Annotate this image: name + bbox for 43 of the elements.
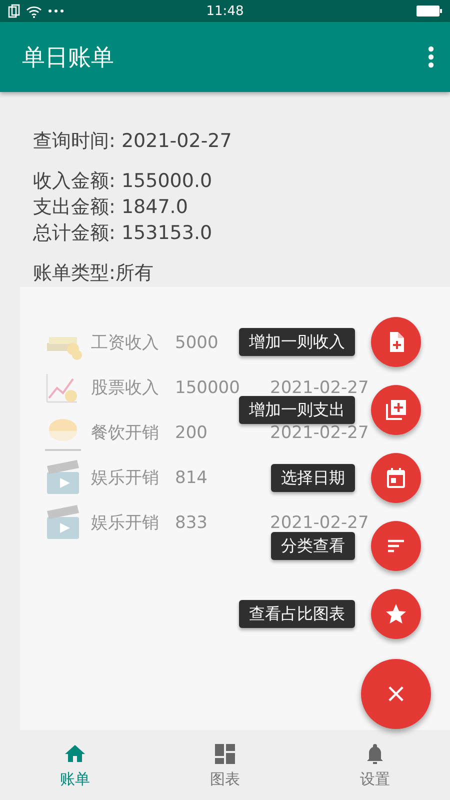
bill-amount: 833 (175, 515, 208, 531)
net-total-text: 总计金额: 153153.0 (33, 221, 214, 246)
bill-date: 2021-02-27 (270, 380, 369, 396)
app-title: 单日账单 (22, 44, 114, 72)
nav-tab[interactable]: 账单 (0, 730, 150, 800)
status-time: 11:48 (206, 4, 244, 18)
bill-name: 娱乐开销 (91, 515, 159, 531)
sim-icon (8, 4, 20, 18)
bill-name: 股票收入 (91, 380, 159, 396)
bill-name: 娱乐开销 (91, 470, 159, 486)
layers-plus-icon (384, 398, 408, 422)
nav-tab[interactable]: 图表 (150, 730, 300, 800)
bill-name: 工资收入 (91, 335, 159, 351)
action-label: 选择日期 (271, 464, 355, 492)
action-label: 查看占比图表 (239, 600, 355, 628)
bill-date: 2021-02-27 (270, 425, 369, 441)
nav-tab[interactable]: 设置 (300, 730, 450, 800)
bill-amount: 150000 (175, 380, 240, 396)
bill-date: 2021-02-27 (270, 515, 369, 531)
bill-name: 餐饮开销 (91, 425, 159, 441)
bill-amount: 814 (175, 470, 208, 486)
dashboard-icon (213, 742, 237, 766)
income-total-text: 收入金额: 155000.0 (33, 169, 214, 194)
action-fab-button[interactable] (371, 589, 421, 639)
bill-type-text: 账单类型:所有 (33, 261, 154, 286)
star-icon (384, 602, 408, 626)
more-menu-icon[interactable] (428, 46, 434, 68)
battery-icon (416, 5, 442, 17)
action-label: 增加一则支出 (239, 396, 355, 424)
action-fab-button[interactable] (371, 453, 421, 503)
action-fab-button[interactable] (371, 385, 421, 435)
query-date-text: 查询时间: 2021-02-27 (33, 129, 233, 154)
bill-amount: 200 (175, 425, 208, 441)
wifi-icon (26, 4, 42, 18)
action-fab-button[interactable] (371, 317, 421, 367)
calendar-icon (384, 466, 408, 490)
action-label: 增加一则收入 (239, 328, 355, 356)
expense-total-text: 支出金额: 1847.0 (33, 195, 189, 220)
close-fab-button[interactable]: × (361, 659, 431, 729)
action-label: 分类查看 (271, 532, 355, 560)
bill-amount: 5000 (175, 335, 218, 351)
more-dots-icon (48, 9, 64, 13)
action-fab-button[interactable] (371, 521, 421, 571)
